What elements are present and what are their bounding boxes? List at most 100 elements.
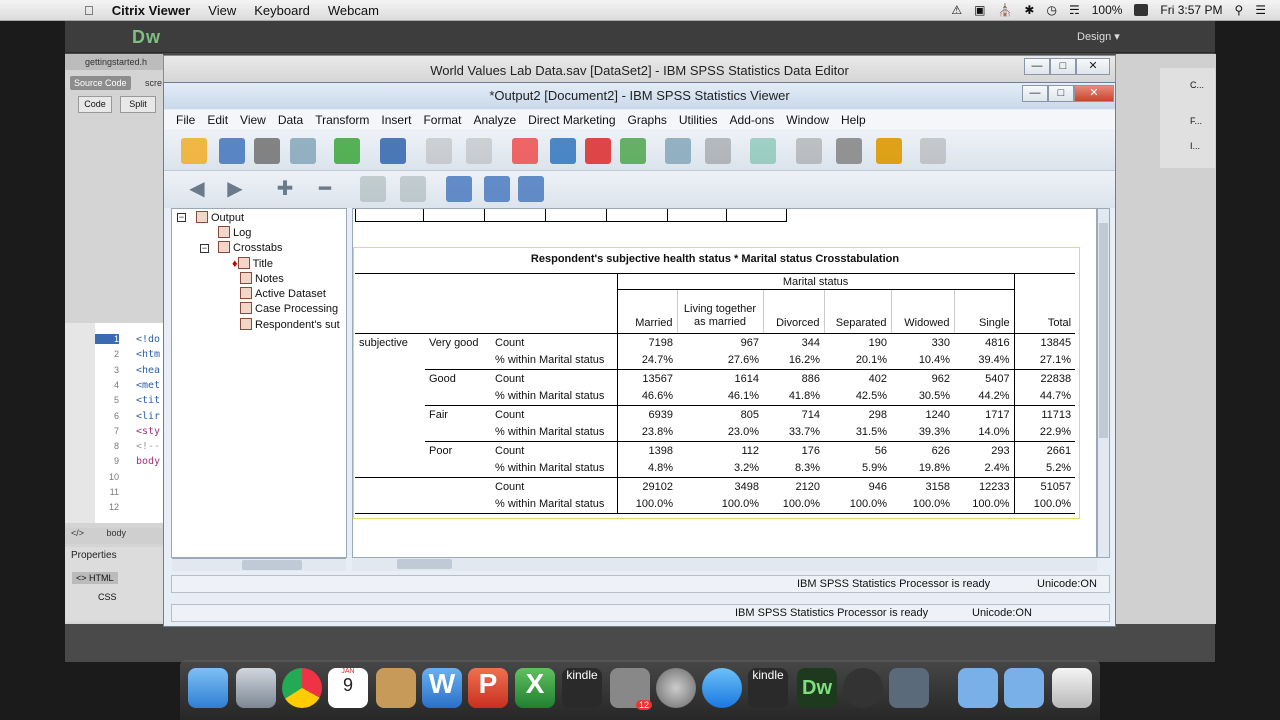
table-cell[interactable]: 100.0%	[954, 496, 1014, 514]
table-cell[interactable]: 962	[891, 370, 954, 388]
menu-view[interactable]: View	[240, 113, 266, 127]
code-line[interactable]: <lir	[136, 411, 160, 422]
trash-icon[interactable]	[1052, 668, 1092, 708]
menu-transform[interactable]: Transform	[315, 113, 369, 127]
app-store-icon[interactable]	[702, 668, 742, 708]
data-editor-close-button[interactable]: ✕	[1076, 58, 1110, 75]
table-cell[interactable]: 2120	[763, 478, 824, 496]
value-labels-icon[interactable]	[620, 138, 646, 164]
table-cell[interactable]: 42.5%	[824, 387, 892, 406]
insert-heading-icon[interactable]	[446, 176, 472, 202]
menu-analyze[interactable]: Analyze	[473, 113, 516, 127]
table-cell[interactable]: 2661	[1013, 441, 1076, 460]
recall-dialog-icon[interactable]	[380, 138, 406, 164]
table-cell[interactable]: 12233	[954, 478, 1014, 496]
table-cell[interactable]: 14.0%	[954, 423, 1015, 442]
table-cell[interactable]: 3.2%	[677, 459, 764, 478]
table-cell[interactable]: 967	[677, 334, 763, 352]
menu-view[interactable]: View	[208, 3, 236, 18]
menu-keyboard[interactable]: Keyboard	[254, 3, 310, 18]
table-cell[interactable]: 44.7%	[1013, 387, 1076, 406]
weight-icon[interactable]	[750, 138, 776, 164]
split-icon[interactable]	[705, 138, 731, 164]
time-machine-icon[interactable]: ◷	[1046, 3, 1056, 17]
viewer-maximize-button[interactable]: □	[1048, 85, 1074, 102]
table-cell[interactable]: 33.7%	[763, 423, 825, 442]
table-cell[interactable]: 39.4%	[954, 351, 1015, 370]
source-code-button[interactable]: Source Code	[70, 76, 131, 90]
insert-text-icon[interactable]	[518, 176, 544, 202]
finder-icon[interactable]	[188, 668, 228, 708]
table-cell[interactable]: 13845	[1013, 333, 1076, 352]
scroll-thumb[interactable]	[1099, 223, 1108, 438]
table-cell[interactable]: 3158	[891, 478, 954, 496]
table-cell[interactable]: 16.2%	[763, 351, 825, 370]
table-cell[interactable]: 100.0%	[891, 496, 954, 514]
outline-title[interactable]: ♦ Title	[232, 257, 273, 270]
viewer-close-button[interactable]: ✕	[1074, 85, 1114, 102]
document-tab[interactable]: gettingstarted.h	[65, 54, 163, 70]
menu-direct-marketing[interactable]: Direct Marketing	[528, 113, 615, 127]
table-cell[interactable]: 3498	[677, 478, 763, 496]
outline-output[interactable]: Output	[196, 211, 244, 224]
viewer-minimize-button[interactable]: —	[1022, 85, 1048, 102]
bank-icon[interactable]: ⛪	[997, 3, 1012, 17]
outline-active-dataset[interactable]: Active Dataset	[240, 287, 326, 300]
table-cell[interactable]: 5.2%	[1013, 459, 1076, 478]
table-cell[interactable]: 1240	[891, 406, 954, 424]
table-cell[interactable]: 4816	[954, 334, 1014, 352]
contacts-icon[interactable]	[376, 668, 416, 708]
launchpad-icon[interactable]: 12	[610, 668, 652, 710]
collapse-output-icon[interactable]: −	[177, 213, 186, 222]
table-cell[interactable]: 298	[824, 406, 891, 424]
menu-data[interactable]: Data	[278, 113, 303, 127]
print-icon[interactable]	[254, 138, 280, 164]
collapse-icon[interactable]: ━	[312, 176, 338, 202]
table-cell[interactable]: 344	[763, 334, 824, 352]
outline-horizontal-scrollbar[interactable]	[172, 558, 346, 571]
calendar-icon[interactable]: JAN 9	[328, 668, 368, 708]
table-cell[interactable]: 190	[824, 334, 891, 352]
table-cell[interactable]: 8.3%	[763, 459, 825, 478]
table-cell[interactable]: 714	[763, 406, 824, 424]
table-cell[interactable]: 5407	[954, 370, 1014, 388]
table-cell[interactable]: 402	[824, 370, 891, 388]
undo-icon[interactable]	[426, 138, 452, 164]
data-editor-minimize-button[interactable]: —	[1024, 58, 1050, 75]
outline-log[interactable]: Log	[218, 226, 251, 239]
table-cell[interactable]: 176	[763, 442, 824, 460]
back-icon[interactable]: ◀	[184, 176, 210, 202]
table-cell[interactable]: 23.8%	[616, 423, 678, 442]
code-line[interactable]: <met	[136, 380, 160, 391]
open-icon[interactable]	[181, 138, 207, 164]
menu-format[interactable]: Format	[423, 113, 461, 127]
save-icon[interactable]	[219, 138, 245, 164]
table-cell[interactable]: 23.0%	[677, 423, 764, 442]
table-cell[interactable]: 11713	[1013, 405, 1076, 424]
outline-notes[interactable]: Notes	[240, 272, 284, 285]
goto-data-icon[interactable]	[512, 138, 538, 164]
display-icon[interactable]: ▣	[974, 3, 985, 17]
launchpad-rocket-icon[interactable]	[236, 668, 276, 708]
menu-graphs[interactable]: Graphs	[628, 113, 667, 127]
table-cell[interactable]: 100.0%	[1013, 495, 1076, 514]
code-line[interactable]: <!--	[136, 441, 160, 452]
forward-icon[interactable]: ▶	[222, 176, 248, 202]
clock[interactable]: Fri 3:57 PM	[1160, 3, 1222, 17]
table-cell[interactable]: 44.2%	[954, 387, 1015, 406]
table-cell[interactable]: 46.1%	[677, 387, 764, 406]
word-icon[interactable]: W	[422, 668, 462, 708]
tag-selector[interactable]: </> body	[65, 528, 163, 544]
table-cell[interactable]: 7198	[616, 333, 678, 352]
menu-citrix-viewer[interactable]: Citrix Viewer	[112, 3, 191, 18]
table-cell[interactable]: 31.5%	[824, 423, 892, 442]
applications-folder-icon[interactable]	[958, 668, 998, 708]
table-cell[interactable]: 22.9%	[1013, 423, 1076, 442]
table-cell[interactable]: 6939	[616, 405, 678, 424]
code-line[interactable]: <htm	[136, 349, 160, 360]
photo-booth-icon[interactable]	[889, 668, 929, 708]
notification-icon[interactable]: ⚠	[951, 3, 962, 17]
select-icon[interactable]	[665, 138, 691, 164]
menu-window[interactable]: Window	[786, 113, 829, 127]
scripts-icon[interactable]	[796, 138, 822, 164]
